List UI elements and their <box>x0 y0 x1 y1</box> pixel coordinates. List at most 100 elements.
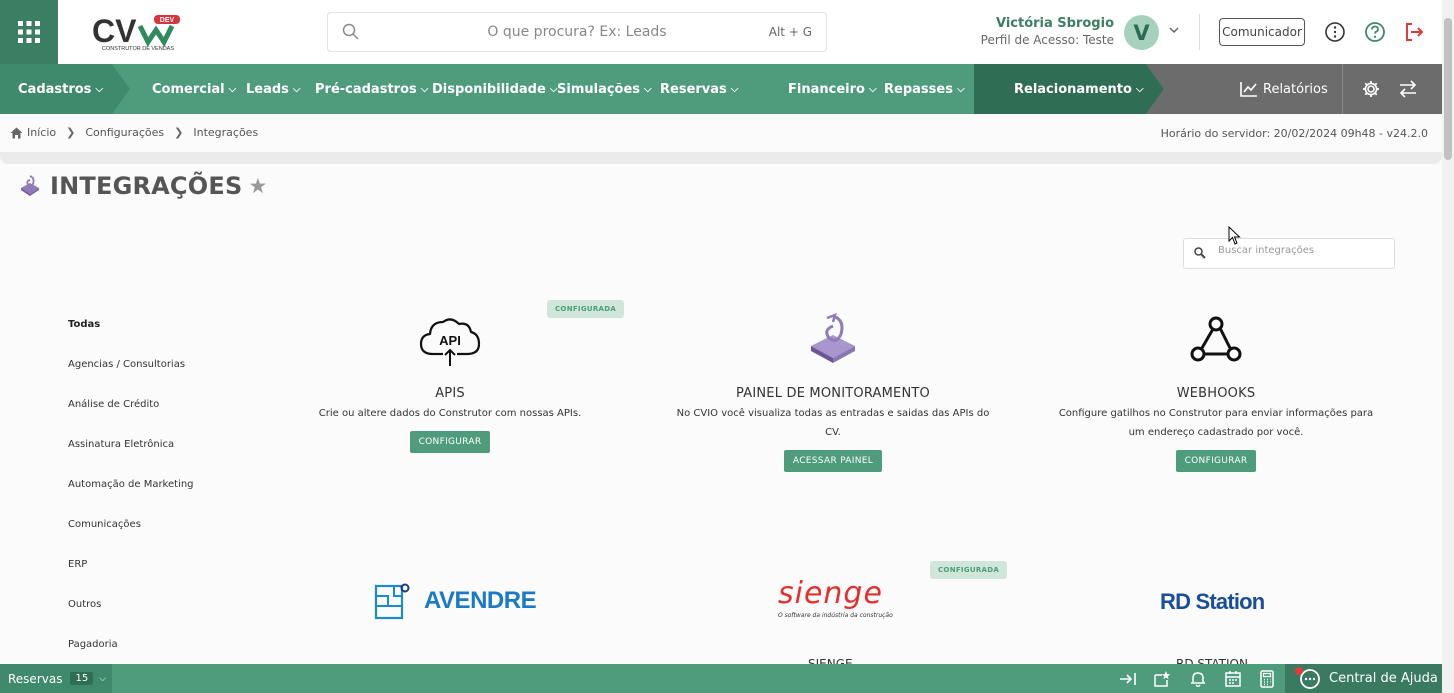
chevron-down-icon: ⌵ <box>868 83 877 95</box>
avendre-logo[interactable]: AVENDRE <box>374 582 537 620</box>
comunicador-button[interactable]: Comunicador <box>1219 18 1305 46</box>
nav-item-relacionamento[interactable]: Relacionamento ⌵ <box>1014 64 1144 114</box>
breadcrumb-home[interactable]: Início <box>27 126 56 139</box>
nav-label: Cadastros <box>18 81 92 97</box>
nav-label: Financeiro <box>788 81 865 97</box>
nav-label: Pré-cadastros <box>315 81 417 97</box>
integrations-icon <box>21 175 39 196</box>
starred-board-icon[interactable] <box>1153 670 1171 688</box>
webhook-icon <box>1190 316 1242 362</box>
search-placeholder: O que procura? Ex: Leads <box>487 24 667 40</box>
status-badge: CONFIGURADA <box>930 561 1008 579</box>
chevron-down-icon: ⌵ <box>730 83 739 95</box>
help-center-button[interactable]: Central de Ajuda <box>1285 664 1442 693</box>
nav-item-repasses[interactable]: Repasses ⌵ <box>884 64 965 114</box>
nav-item-disponibilidade[interactable]: Disponibilidade ⌵ <box>432 64 557 114</box>
rdstation-logo[interactable]: RD Station <box>1160 589 1265 615</box>
rdstation-wordmark: RD Station <box>1160 589 1265 614</box>
cloud-api-icon: API <box>419 318 481 366</box>
category-item[interactable]: ERP <box>68 558 194 598</box>
integration-search[interactable] <box>1183 238 1395 269</box>
card-title: WEBHOOKS <box>1176 386 1256 401</box>
chevron-down-icon: ⌵ <box>95 83 104 95</box>
search-shortcut: Alt + G <box>768 25 812 39</box>
bell-icon[interactable] <box>1189 670 1207 688</box>
configure-button[interactable]: CONFIGURAR <box>1175 450 1257 472</box>
cv-logo[interactable]: CV DEV CONSTRUTOR DE VENDAS <box>92 12 184 54</box>
card-description: Crie ou altere dados do Construtor com n… <box>318 408 582 419</box>
access-panel-button[interactable]: ACESSAR PAINEL <box>783 450 883 472</box>
breadcrumb: Início ❯ Configurações ❯ Integrações <box>10 126 258 139</box>
category-item[interactable]: Agencias / Consultorias <box>68 358 194 398</box>
gear-icon[interactable] <box>1362 80 1380 98</box>
chevron-right-icon: ❯ <box>66 126 76 139</box>
nav-item-comercial[interactable]: Comercial ⌵ <box>152 64 236 114</box>
chevron-down-icon: ⌵ <box>644 83 652 95</box>
search-icon <box>1194 247 1206 259</box>
category-item[interactable]: Outros <box>68 598 194 638</box>
nav-item-relatorios[interactable]: Relatórios <box>1240 64 1328 114</box>
integration-search-input[interactable] <box>1218 245 1388 256</box>
calculator-icon[interactable] <box>1258 670 1276 688</box>
integration-card-apis: API APIS Crie ou altere dados do Constru… <box>300 312 600 453</box>
avatar[interactable]: V <box>1124 15 1159 50</box>
integration-card-webhooks: WEBHOOKS Configure gatilhos no Construto… <box>1056 312 1376 472</box>
reservas-label: Reservas <box>8 671 63 686</box>
nav-item-leads[interactable]: Leads ⌵ <box>246 64 301 114</box>
chevron-down-icon[interactable] <box>1168 24 1180 36</box>
nav-label: Leads <box>246 81 289 97</box>
logo-subtitle: CONSTRUTOR DE VENDAS <box>102 46 174 52</box>
swap-icon[interactable] <box>1398 80 1418 98</box>
info-icon[interactable] <box>1324 21 1346 43</box>
category-item[interactable]: Comunicações <box>68 518 194 558</box>
nav-label: Comercial <box>152 81 225 97</box>
notification-dot <box>1295 667 1303 675</box>
sienge-logo[interactable]: sienge O software da indústria da constr… <box>778 578 893 620</box>
page-scrollbar[interactable] <box>1442 0 1454 693</box>
collapse-right-icon[interactable] <box>1119 670 1137 688</box>
card-description: No CVIO você visualiza todas as entradas… <box>676 408 990 438</box>
global-search[interactable]: O que procura? Ex: Leads Alt + G <box>327 12 827 52</box>
category-item[interactable]: Assinatura Eletrônica <box>68 438 194 478</box>
breadcrumb-configuracoes[interactable]: Configurações <box>85 126 164 139</box>
chevron-down-icon: ⌵ <box>1135 83 1144 95</box>
nav-item-reservas[interactable]: Reservas ⌵ <box>660 64 738 114</box>
nav-item-cadastros[interactable]: Cadastros ⌵ <box>18 64 103 114</box>
category-item[interactable]: Automação de Marketing <box>68 478 194 518</box>
apps-grid-button[interactable] <box>0 0 58 64</box>
nav-label: Disponibilidade <box>432 81 546 97</box>
category-item[interactable]: Análise de Crédito <box>68 398 194 438</box>
page-title: INTEGRAÇÕES <box>50 172 243 200</box>
reservas-tab[interactable]: Reservas 15 ⌵ <box>0 664 112 693</box>
top-header: CV DEV CONSTRUTOR DE VENDAS O que procur… <box>0 0 1442 64</box>
help-icon[interactable] <box>1364 21 1386 43</box>
nav-item-simulacoes[interactable]: Simulações ⌵ <box>557 64 652 114</box>
nav-item-pre-cadastros[interactable]: Pré-cadastros ⌵ <box>315 64 428 114</box>
avendre-mark-icon <box>374 583 410 620</box>
nav-item-financeiro[interactable]: Financeiro ⌵ <box>788 64 877 114</box>
chevron-right-icon: ❯ <box>174 126 184 139</box>
chevron-down-icon: ⌵ <box>420 83 429 95</box>
sienge-tagline: O software da indústria da construção <box>778 612 893 619</box>
card-title: APIS <box>435 386 465 401</box>
user-info[interactable]: Victória Sbrogio Perfil de Acesso: Teste <box>981 16 1114 48</box>
configure-button[interactable]: CONFIGURAR <box>409 431 491 453</box>
nav-label: Relacionamento <box>1014 81 1132 97</box>
monitoring-panel-icon <box>811 312 855 363</box>
card-description: Configure gatilhos no Construtor para en… <box>1058 408 1374 438</box>
server-time: Horário do servidor: 20/02/2024 09h48 - … <box>1160 127 1428 140</box>
user-profile: Perfil de Acesso: Teste <box>980 33 1114 47</box>
logo-badge: DEV <box>160 17 175 24</box>
user-name: Victória Sbrogio <box>995 16 1114 31</box>
star-icon[interactable]: ★ <box>248 174 267 198</box>
category-item[interactable]: Todas <box>68 318 194 358</box>
scrollbar-thumb[interactable] <box>1444 18 1452 160</box>
mouse-cursor-icon <box>1228 226 1241 245</box>
logout-icon[interactable] <box>1403 21 1425 43</box>
home-icon <box>10 127 23 138</box>
bottom-bar: Reservas 15 ⌵ Central de Ajuda <box>0 664 1442 693</box>
calendar-icon[interactable] <box>1224 670 1242 688</box>
chevron-down-icon: ⌵ <box>99 673 107 684</box>
card-title: PAINEL DE MONITORAMENTO <box>736 386 930 401</box>
category-list: Todas Agencias / Consultorias Análise de… <box>68 318 194 678</box>
